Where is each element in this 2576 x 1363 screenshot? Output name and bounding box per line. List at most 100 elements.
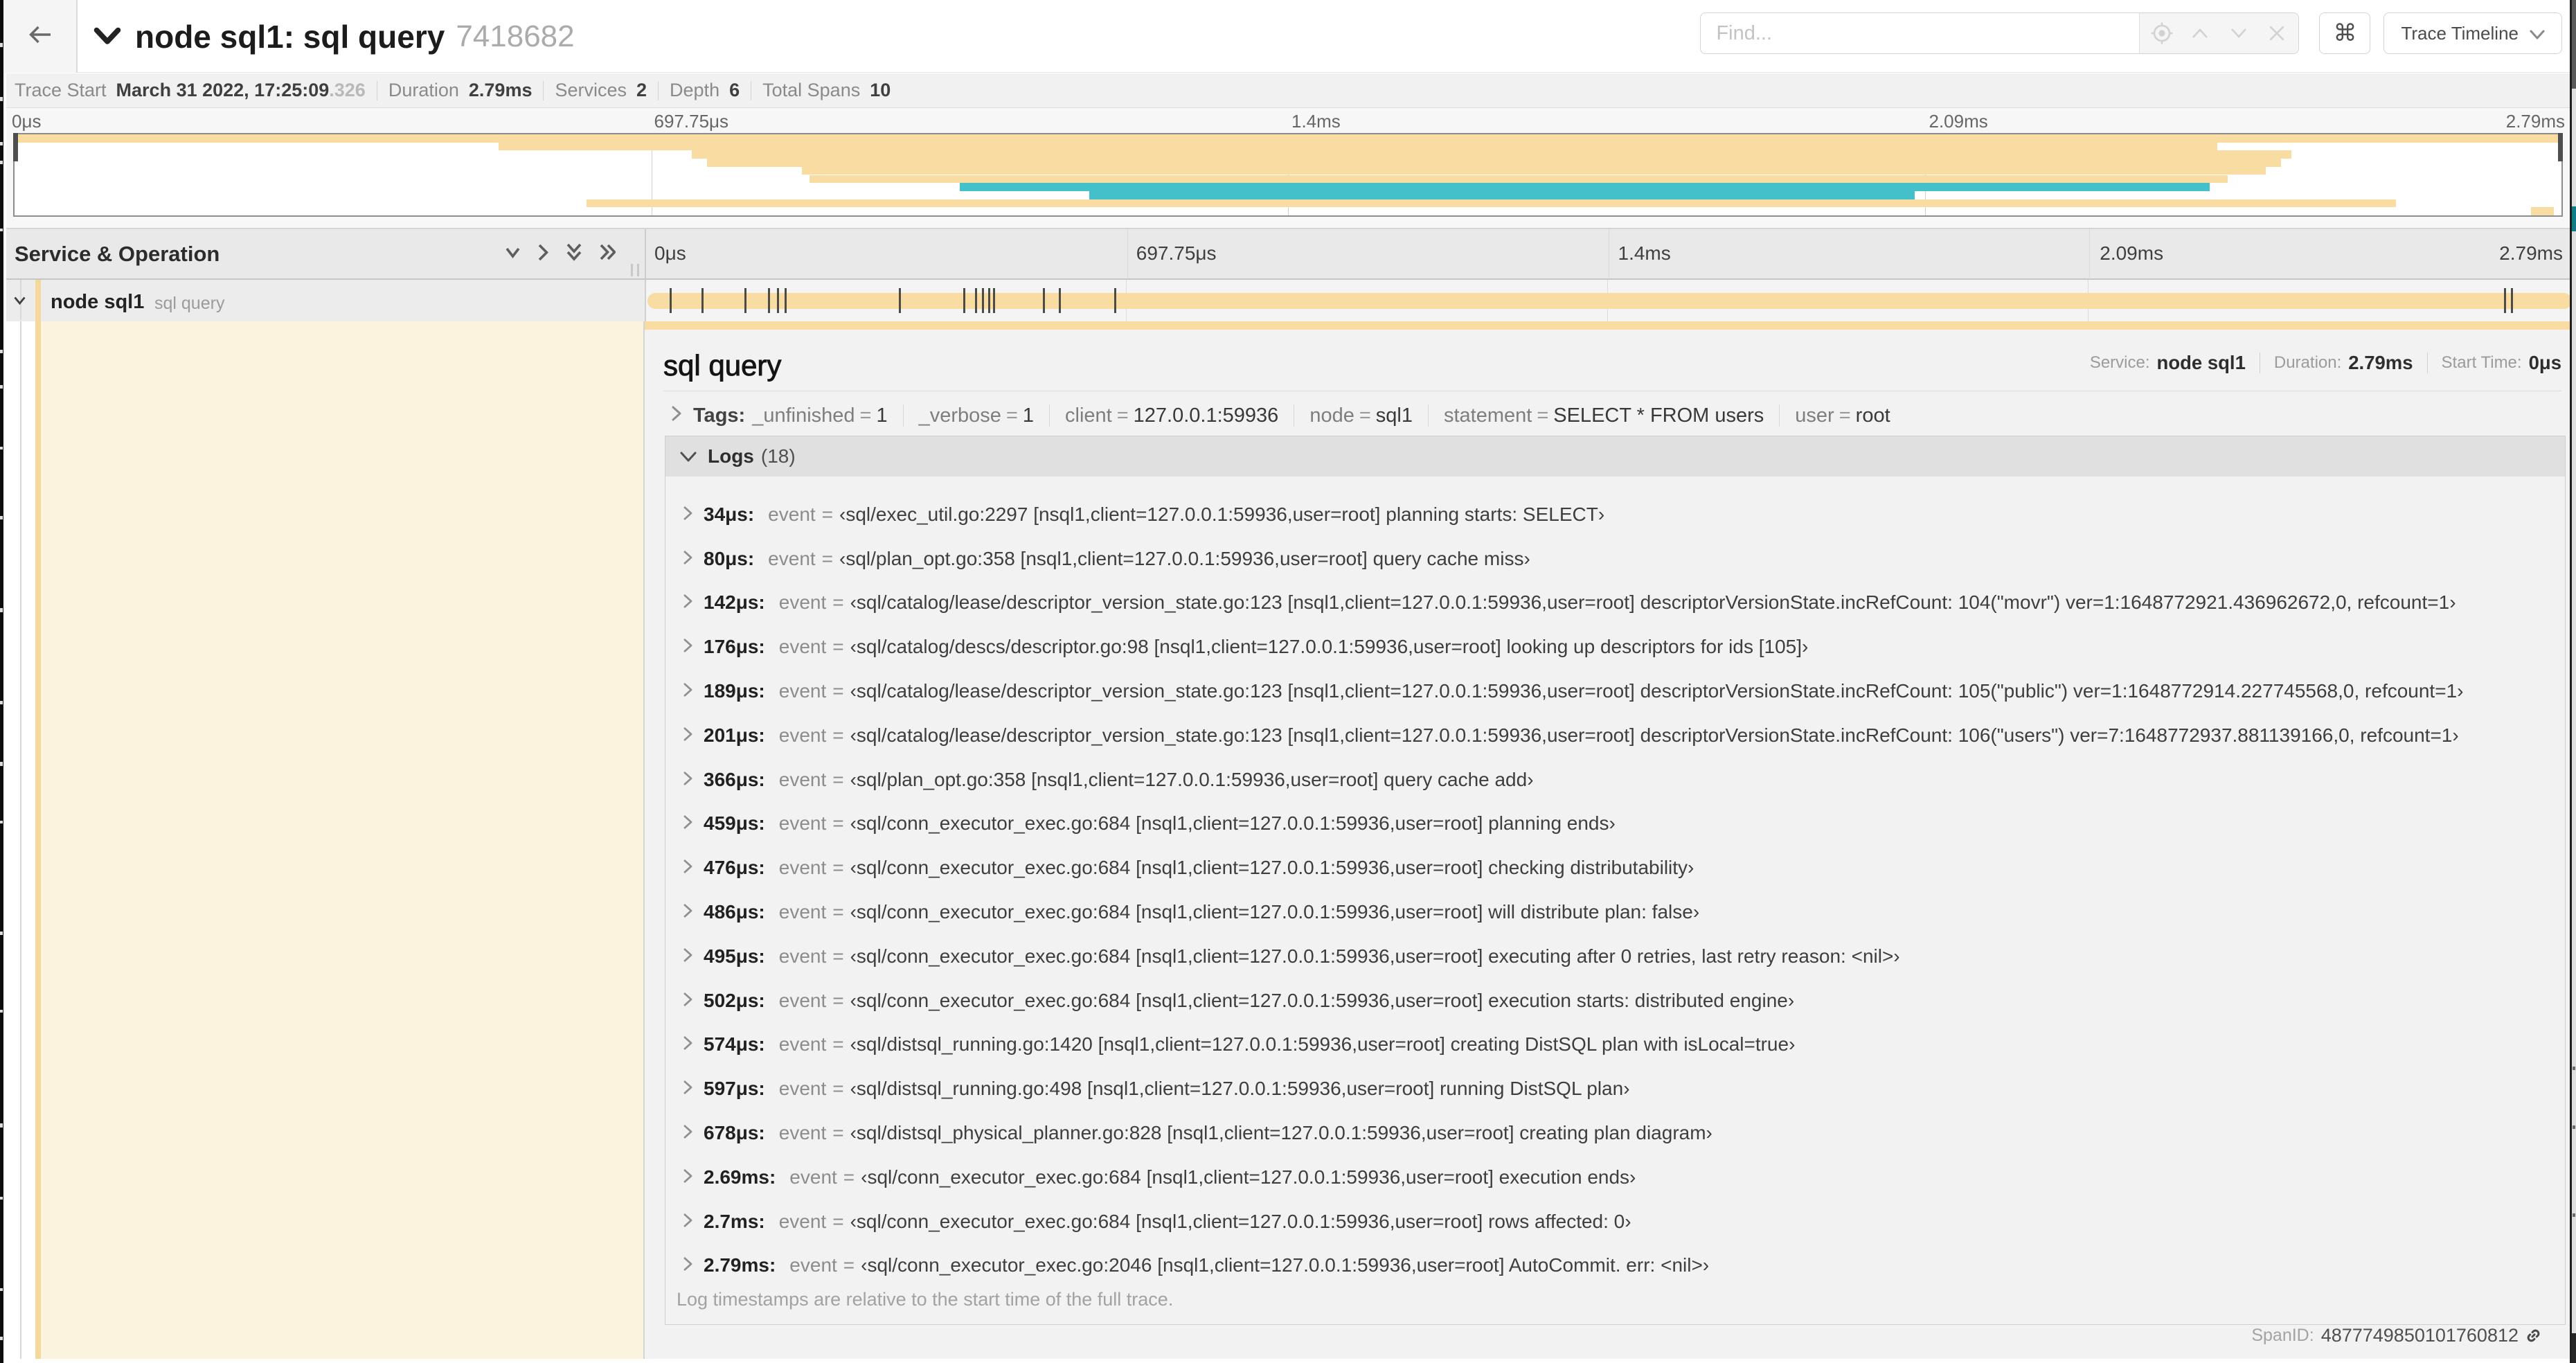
log-entry[interactable]: 201μs: event = ‹sql/catalog/lease/descripto… <box>665 713 2565 758</box>
log-field-key: event <box>778 680 827 702</box>
expand-one-icon[interactable] <box>538 244 549 265</box>
chevron-right-icon <box>683 812 693 835</box>
minimap-span <box>707 159 2282 167</box>
log-field-value: ‹sql/distsql_running.go:1420 [nsql1,clie… <box>850 1033 1796 1055</box>
chevron-down-icon[interactable] <box>14 296 26 308</box>
log-entry[interactable]: 176μs: event = ‹sql/catalog/descs/descripto… <box>665 625 2565 669</box>
log-entry[interactable]: 459μs: event = ‹sql/conn_executor_exec.go:6… <box>665 802 2565 846</box>
tags-row[interactable]: Tags: _unfinished = 1 _verbose = 1 client = 127.… <box>671 400 1890 431</box>
span-bar-cell[interactable] <box>645 280 2572 321</box>
edge-notch <box>0 1197 3 1200</box>
log-marker[interactable] <box>1114 288 1117 313</box>
log-field-value: ‹sql/distsql_running.go:498 [nsql1,clien… <box>850 1078 1630 1100</box>
edge-notch <box>0 447 3 449</box>
log-marker[interactable] <box>701 288 704 313</box>
log-entry[interactable]: 2.69ms: event = ‹sql/conn_executor_exec.go:… <box>665 1155 2565 1200</box>
log-entry[interactable]: 189μs: event = ‹sql/catalog/lease/descripto… <box>665 669 2565 713</box>
log-marker[interactable] <box>1058 288 1061 313</box>
back-button[interactable] <box>3 0 78 73</box>
divider <box>658 80 659 100</box>
log-timestamp: 678μs: <box>704 1122 765 1144</box>
log-field-key: event <box>778 724 827 746</box>
prev-match-icon[interactable] <box>2186 19 2214 47</box>
log-marker[interactable] <box>669 288 672 313</box>
log-entry[interactable]: 80μs: event = ‹sql/plan_opt.go:358 [nsql1,c… <box>665 537 2565 581</box>
log-marker[interactable] <box>974 288 977 313</box>
keyboard-shortcuts-button[interactable]: ⌘ <box>2319 12 2371 54</box>
log-entry[interactable]: 678μs: event = ‹sql/distsql_physical_planne… <box>665 1111 2565 1155</box>
log-field-key: event <box>768 503 816 525</box>
log-field-value: ‹sql/conn_executor_exec.go:684 [nsql1,cl… <box>850 1210 1631 1232</box>
log-marker[interactable] <box>899 288 902 313</box>
trace-view-select[interactable]: Trace Timeline <box>2383 12 2562 54</box>
log-field-value: ‹sql/conn_executor_exec.go:684 [nsql1,cl… <box>850 901 1700 923</box>
detail-meta-value: 2.79ms <box>2348 352 2413 373</box>
detail-meta-label: Service: <box>2089 353 2150 372</box>
minimap-canvas[interactable] <box>13 133 2563 217</box>
log-field-key: event <box>778 1210 827 1232</box>
log-entry[interactable]: 486μs: event = ‹sql/conn_executor_exec.go:6… <box>665 890 2565 934</box>
chevron-right-icon <box>683 680 693 702</box>
clear-search-icon[interactable] <box>2263 19 2291 47</box>
log-entry[interactable]: 502μs: event = ‹sql/conn_executor_exec.go:6… <box>665 979 2565 1023</box>
link-icon[interactable] <box>2524 1326 2543 1345</box>
find-input-group <box>1700 12 2300 54</box>
log-entry[interactable]: 597μs: event = ‹sql/distsql_running.go:498 … <box>665 1067 2565 1111</box>
detail-meta: Service: node sql1 Duration: 2.79ms Start Ti… <box>2090 352 2561 374</box>
log-timestamp: 459μs: <box>704 812 765 835</box>
log-timestamp: 597μs: <box>704 1078 765 1100</box>
expand-all-icon[interactable] <box>600 244 616 264</box>
log-marker[interactable] <box>981 288 984 313</box>
detail-meta-value: 0μs <box>2528 352 2561 373</box>
log-timestamp: 201μs: <box>704 724 765 746</box>
next-match-icon[interactable] <box>2225 19 2253 47</box>
span-duration-bar[interactable] <box>647 293 2572 309</box>
log-marker[interactable] <box>744 288 746 313</box>
log-field-key: event <box>778 636 827 658</box>
minimap-left-scrubber[interactable] <box>13 133 18 161</box>
divider <box>902 404 904 427</box>
minimap-time-label: 0μs <box>12 111 42 132</box>
axis-tick-label: 0μs <box>654 242 686 264</box>
column-resize-grip[interactable] <box>631 264 639 276</box>
summary-item: Services 2 <box>555 80 647 100</box>
log-timestamp: 189μs: <box>704 680 765 702</box>
log-entry[interactable]: 495μs: event = ‹sql/conn_executor_exec.go:6… <box>665 934 2565 979</box>
log-marker[interactable] <box>992 288 995 313</box>
timeline-axis: 0μs 697.75μs 1.4ms 2.09ms 2.79ms <box>646 229 2564 279</box>
log-entry[interactable]: 34μs: event = ‹sql/exec_util.go:2297 [nsql1… <box>665 492 2565 537</box>
log-entry[interactable]: 574μs: event = ‹sql/distsql_running.go:1420… <box>665 1023 2565 1067</box>
locate-icon[interactable] <box>2148 19 2176 47</box>
collapse-all-icon[interactable] <box>566 243 582 265</box>
minimap-right-scrubber[interactable] <box>2558 133 2563 161</box>
log-field-value: ‹sql/conn_executor_exec.go:2046 [nsql1,c… <box>861 1254 1710 1276</box>
logs-header[interactable]: Logs (18) <box>665 436 2565 476</box>
log-marker[interactable] <box>767 288 770 313</box>
minimap-span <box>959 183 2210 191</box>
log-marker[interactable] <box>987 288 990 313</box>
chevron-right-icon <box>683 591 693 614</box>
minimap-span <box>692 150 2292 159</box>
chevron-down-icon[interactable] <box>93 21 121 52</box>
collapse-one-icon[interactable] <box>506 247 520 262</box>
span-row[interactable]: node sql1 sql query <box>6 280 2572 321</box>
log-field-key: event <box>778 812 827 835</box>
span-service-name: node sql1 <box>51 291 145 313</box>
log-entry[interactable]: 476μs: event = ‹sql/conn_executor_exec.go:6… <box>665 846 2565 890</box>
log-entry[interactable]: 142μs: event = ‹sql/catalog/lease/descripto… <box>665 581 2565 625</box>
log-entry[interactable]: 2.79ms: event = ‹sql/conn_executor_exec.go:… <box>665 1244 2565 1288</box>
log-marker[interactable] <box>963 288 965 313</box>
log-marker[interactable] <box>776 288 779 313</box>
log-entry[interactable]: 2.7ms: event = ‹sql/conn_executor_exec.go:6… <box>665 1200 2565 1244</box>
log-marker[interactable] <box>1042 288 1045 313</box>
divider <box>1049 404 1050 427</box>
log-field-key: event <box>778 945 827 967</box>
chevron-right-icon <box>683 548 693 570</box>
log-marker[interactable] <box>2504 288 2507 313</box>
find-input[interactable] <box>1701 13 2140 53</box>
log-marker[interactable] <box>785 288 787 313</box>
edge-notch <box>0 762 3 766</box>
log-marker[interactable] <box>2511 288 2514 313</box>
log-entry[interactable]: 366μs: event = ‹sql/plan_opt.go:358 [nsql1,… <box>665 758 2565 802</box>
chevron-right-icon <box>683 1211 693 1233</box>
